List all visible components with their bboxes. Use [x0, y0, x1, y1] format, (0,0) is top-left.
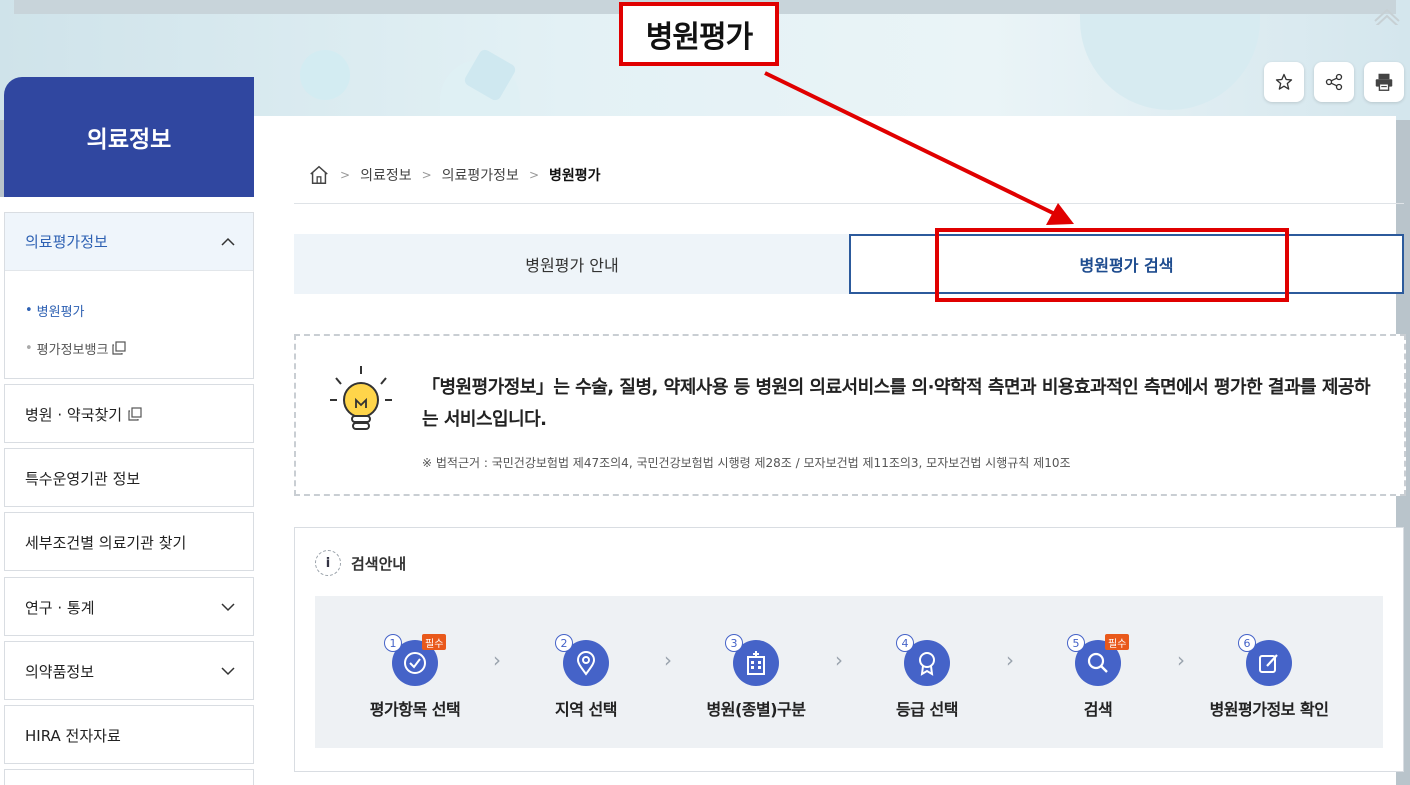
breadcrumb: > 의료정보 > 의료평가정보 > 병원평가: [308, 162, 601, 188]
step-item: 2 지역 선택: [501, 634, 671, 720]
lightbulb-icon: [330, 366, 392, 430]
print-button[interactable]: [1364, 62, 1404, 102]
sidebar-item-hospital-pharmacy[interactable]: 병원 · 약국찾기: [4, 384, 254, 443]
breadcrumb-item[interactable]: 의료평가정보: [442, 165, 519, 185]
search-steps: 1 필수 평가항목 선택 › 2 지역 선택 › 3 병원(종별)구분 › 4 …: [315, 596, 1383, 748]
step-label: 등급 선택: [896, 700, 958, 719]
external-link-icon: [112, 341, 127, 355]
breadcrumb-item[interactable]: 의료정보: [360, 165, 412, 185]
step-item: 6 병원평가정보 확인: [1184, 634, 1354, 720]
chevron-right-icon: ›: [493, 648, 501, 672]
sidebar-item-label: HIRA 전자자료: [25, 726, 121, 745]
step-number: 1: [384, 634, 402, 652]
breadcrumb-divider: [294, 203, 1404, 204]
step-number: 6: [1238, 634, 1256, 652]
step-item: 4 등급 선택: [842, 634, 1012, 720]
favorite-button[interactable]: [1264, 62, 1304, 102]
required-badge: 필수: [1105, 634, 1130, 650]
legal-basis-note: ※ 법적근거 : 국민건강보험법 제47조의4, 국민건강보험법 시행령 제28…: [422, 456, 1071, 470]
step-item: 5 필수 검색: [1013, 634, 1183, 720]
sidebar-item-special-institutions[interactable]: 특수운영기관 정보: [4, 448, 254, 507]
search-guide-box: i 검색안내 1 필수 평가항목 선택 › 2 지역 선택 › 3 병원(종별)…: [294, 527, 1404, 772]
search-guide-heading: i 검색안내: [315, 550, 406, 576]
sidebar-item-label: 세부조건별 의료기관 찾기: [25, 533, 187, 552]
print-icon: [1375, 73, 1393, 91]
check-circle-icon: [404, 652, 426, 674]
service-info-box: 「병원평가정보」는 수술, 질병, 약제사용 등 병원의 의료서비스를 의·약학…: [294, 334, 1406, 496]
step-number: 5: [1067, 634, 1085, 652]
step-item: 1 필수 평가항목 선택: [330, 634, 500, 720]
sidebar-item-label: 특수운영기관 정보: [25, 469, 141, 488]
step-label: 병원평가정보 확인: [1209, 700, 1329, 719]
chevron-down-icon: [221, 603, 235, 612]
step-label: 지역 선택: [555, 700, 617, 719]
award-badge-icon: [919, 652, 935, 676]
edit-document-icon: [1259, 654, 1278, 673]
step-item: 3 병원(종별)구분: [671, 634, 841, 720]
step-number: 3: [725, 634, 743, 652]
sidebar-section-medical-evaluation: 의료평가정보 • 병원평가 • 평가정보뱅크: [4, 212, 254, 379]
sidebar-header: 의료정보: [4, 77, 254, 197]
sidebar-item-label: 병원 · 약국찾기: [25, 405, 123, 424]
share-icon: [1325, 73, 1343, 91]
search-icon: [1087, 652, 1108, 673]
sidebar-subitem-eval-bank[interactable]: • 평가정보뱅크: [25, 329, 233, 367]
sidebar-item-research-stats[interactable]: 연구 · 통계: [4, 577, 254, 636]
sidebar-item-next[interactable]: [4, 769, 254, 785]
sidebar-item-label: 연구 · 통계: [25, 598, 95, 617]
annotation-highlight-box: [935, 228, 1289, 302]
sidebar-item-hira-data[interactable]: HIRA 전자자료: [4, 705, 254, 764]
chevron-up-icon: [221, 237, 235, 246]
info-icon: i: [315, 550, 341, 576]
external-link-icon: [128, 407, 142, 421]
sidebar-item-drug-info[interactable]: 의약품정보: [4, 641, 254, 700]
location-pin-icon: [576, 651, 596, 676]
breadcrumb-current: 병원평가: [549, 168, 601, 184]
step-number: 2: [555, 634, 573, 652]
sidebar-subitem-hospital-eval[interactable]: • 병원평가: [25, 291, 233, 329]
page-title: 병원평가: [619, 2, 779, 66]
hospital-building-icon: [747, 651, 765, 675]
step-label: 평가항목 선택: [369, 700, 461, 719]
sidebar-item-medical-evaluation[interactable]: 의료평가정보: [5, 213, 253, 271]
star-icon: [1275, 73, 1293, 90]
chevron-down-icon: [221, 667, 235, 676]
tab-hospital-eval-guide[interactable]: 병원평가 안내: [294, 234, 850, 294]
share-button[interactable]: [1314, 62, 1354, 102]
sidebar-item-label: 의약품정보: [25, 662, 95, 681]
step-label: 검색: [1083, 700, 1113, 719]
step-label: 병원(종별)구분: [706, 700, 806, 719]
home-icon[interactable]: [308, 164, 330, 186]
chevron-up-icon[interactable]: [1372, 2, 1402, 32]
required-badge: 필수: [422, 634, 447, 650]
service-description: 「병원평가정보」는 수술, 질병, 약제사용 등 병원의 의료서비스를 의·약학…: [422, 377, 1371, 430]
sidebar-item-label: 의료평가정보: [25, 233, 108, 251]
step-number: 4: [896, 634, 914, 652]
sidebar-item-detailed-search[interactable]: 세부조건별 의료기관 찾기: [4, 512, 254, 571]
